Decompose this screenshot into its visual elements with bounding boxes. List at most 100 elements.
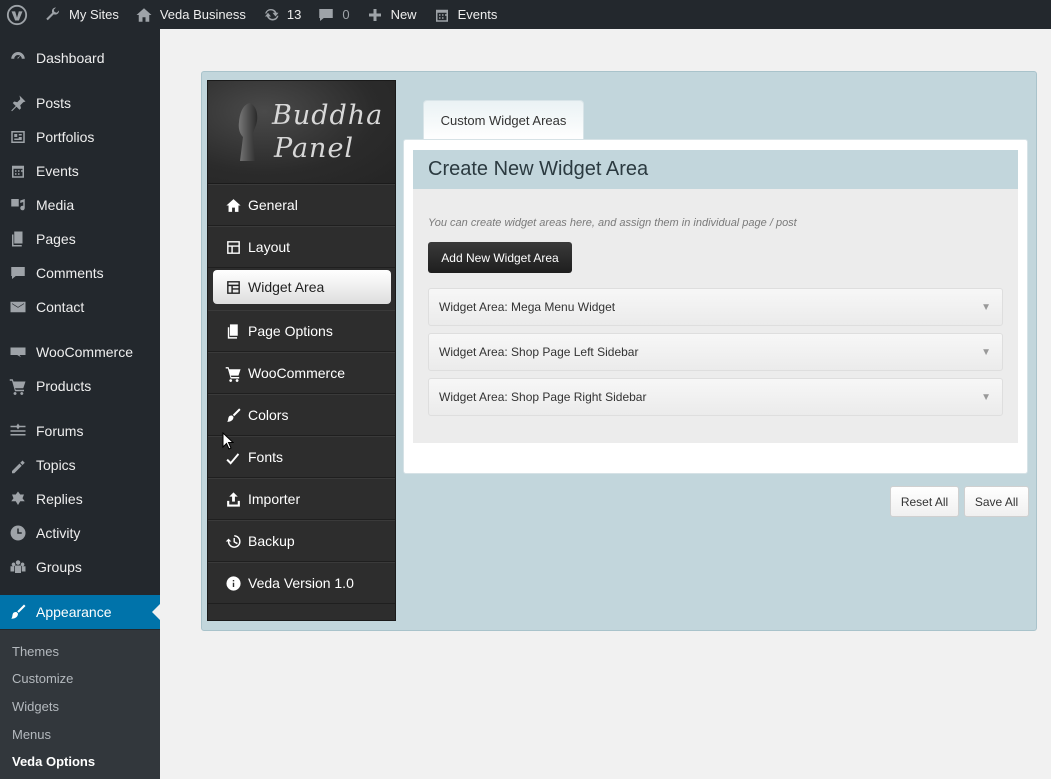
menu-item-activity[interactable]: Activity — [0, 516, 160, 550]
widget-area-row[interactable]: Widget Area: Mega Menu Widget ▼ — [428, 288, 1003, 326]
menu-item-products[interactable]: Products — [0, 369, 160, 403]
comments-count: 0 — [342, 7, 350, 22]
menu-item-comments[interactable]: Comments — [0, 256, 160, 290]
menu-item-woocommerce[interactable]: WooCommerce — [0, 335, 160, 369]
panel-nav-backup[interactable]: Backup — [208, 520, 395, 562]
menu-item-label: Posts — [36, 95, 72, 111]
admin-bar: My Sites Veda Business 13 0 New Events — [0, 0, 1051, 29]
fonts-icon — [225, 452, 239, 465]
mail-icon-wrap — [8, 297, 28, 317]
menu-item-replies[interactable]: Replies — [0, 482, 160, 516]
menu-item-label: WooCommerce — [36, 344, 133, 360]
panel-nav-label: Backup — [248, 533, 295, 549]
wordpress-logo-button[interactable] — [0, 0, 36, 29]
comments-link[interactable]: 0 — [309, 0, 357, 29]
current-arrow — [152, 604, 160, 620]
comment-icon — [11, 267, 25, 279]
dropdown-arrow-icon: ▼ — [981, 347, 991, 358]
menu-item-pages[interactable]: Pages — [0, 222, 160, 256]
panel-nav-colors[interactable]: Colors — [208, 394, 395, 436]
fonts-icon-wrap — [224, 448, 242, 466]
widget-area-row[interactable]: Widget Area: Shop Page Left Sidebar ▼ — [428, 333, 1003, 371]
events-link[interactable]: Events — [425, 0, 506, 29]
events-label: Events — [457, 7, 498, 22]
menu-item-label: Products — [36, 378, 92, 394]
menu-item-dashboard[interactable]: Dashboard — [0, 41, 160, 75]
menu-item-label: Contact — [36, 299, 85, 315]
activity-icon-wrap — [8, 523, 28, 543]
pages-icon-wrap — [8, 229, 28, 249]
panel-nav-importer[interactable]: Importer — [208, 478, 395, 520]
panel-nav-widget-area[interactable]: Widget Area — [213, 270, 391, 304]
submenu-item-customize[interactable]: Customize — [12, 671, 73, 686]
updates-icon — [264, 8, 279, 21]
replies-icon — [11, 491, 25, 505]
panel-nav-general[interactable]: General — [208, 184, 395, 226]
panel-nav-woocommerce[interactable]: WooCommerce — [208, 352, 395, 394]
panel-nav-label: Colors — [248, 407, 289, 423]
panel-nav-label: WooCommerce — [248, 365, 345, 381]
dashboard-icon-wrap — [8, 48, 28, 68]
menu-item-posts[interactable]: Posts — [0, 86, 160, 120]
panel-nav-veda-version-1-0[interactable]: Veda Version 1.0 — [208, 562, 395, 604]
menu-item-media[interactable]: Media — [0, 188, 160, 222]
calendar-icon — [435, 9, 448, 22]
media-icon — [11, 199, 25, 211]
menu-item-appearance[interactable]: Appearance — [0, 595, 160, 629]
panel-nav-label: Importer — [248, 491, 301, 507]
new-content-link[interactable]: New — [358, 0, 425, 29]
panel-nav-label: Widget Area — [248, 279, 325, 295]
menu-item-groups[interactable]: Groups — [0, 550, 160, 584]
menu-item-label: Dashboard — [36, 50, 105, 66]
reset-all-button[interactable]: Reset All — [890, 486, 959, 517]
my-sites-link[interactable]: My Sites — [36, 0, 127, 29]
forum-icon — [10, 423, 26, 436]
pages-icon — [12, 231, 23, 247]
widget-area-row[interactable]: Widget Area: Shop Page Right Sidebar ▼ — [428, 378, 1003, 416]
site-name-label: Veda Business — [159, 7, 246, 22]
buddha-statue-icon — [238, 103, 258, 161]
topics-icon — [12, 460, 25, 474]
menu-item-label: Activity — [36, 525, 81, 541]
brush-icon — [11, 604, 26, 619]
help-text: You can create widget areas here, and as… — [428, 217, 797, 229]
comment-icon — [319, 8, 334, 21]
buddha-panel-logo: Buddha Panel — [208, 81, 395, 184]
tab-custom-widget-areas[interactable]: Custom Widget Areas — [423, 100, 584, 140]
submenu-item-widgets[interactable]: Widgets — [12, 699, 59, 714]
menu-item-label: Replies — [36, 491, 83, 507]
brush-icon-wrap — [8, 602, 28, 622]
site-name-link[interactable]: Veda Business — [127, 0, 254, 29]
comment-icon-wrap — [8, 263, 28, 283]
menu-item-portfolios[interactable]: Portfolios — [0, 120, 160, 154]
panel-nav-layout[interactable]: Layout — [208, 226, 395, 268]
tab-label: Custom Widget Areas — [440, 113, 567, 128]
panel-nav-page-options[interactable]: Page Options — [208, 310, 395, 352]
menu-item-forums[interactable]: Forums — [0, 414, 160, 448]
menu-item-contact[interactable]: Contact — [0, 290, 160, 324]
forum-icon-wrap — [8, 421, 28, 441]
updates-link[interactable]: 13 — [254, 0, 309, 29]
menu-item-label: Media — [36, 197, 75, 213]
calendar-icon — [12, 165, 24, 178]
groups-icon-wrap — [8, 557, 28, 577]
info-icon — [225, 575, 241, 591]
submenu-item-themes[interactable]: Themes — [12, 644, 59, 659]
brush-icon — [226, 407, 241, 422]
backup-icon-wrap — [224, 532, 242, 550]
submenu-item-menus[interactable]: Menus — [12, 727, 51, 742]
reset-all-label: Reset All — [900, 494, 949, 509]
menu-item-topics[interactable]: Topics — [0, 448, 160, 482]
panel-nav-fonts[interactable]: Fonts — [208, 436, 395, 478]
cart-icon-wrap — [8, 376, 28, 396]
save-all-label: Save All — [974, 494, 1019, 509]
add-widget-area-button[interactable]: Add New Widget Area — [428, 242, 572, 273]
save-all-button[interactable]: Save All — [964, 486, 1029, 517]
section-title: Create New Widget Area — [413, 150, 1018, 189]
groups-icon — [10, 560, 26, 573]
menu-item-events[interactable]: Events — [0, 154, 160, 188]
menu-item-label: Portfolios — [36, 129, 95, 145]
widget-area-label: Widget Area: Shop Page Left Sidebar — [439, 345, 639, 359]
panel-nav-label: Fonts — [248, 449, 284, 465]
submenu-item-veda-options[interactable]: Veda Options — [12, 754, 95, 769]
